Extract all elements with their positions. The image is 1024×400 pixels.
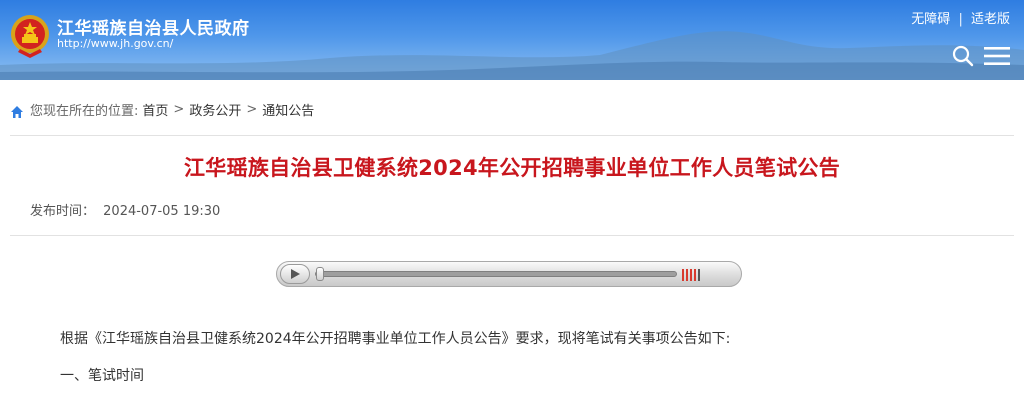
title-divider (10, 235, 1014, 236)
home-icon (11, 105, 23, 118)
play-button[interactable] (280, 264, 310, 284)
volume-bar (682, 269, 684, 281)
volume-bar (686, 269, 688, 281)
link-separator: | (958, 12, 963, 27)
article-paragraph: 一、笔试时间 (60, 368, 144, 384)
volume-bar (690, 269, 692, 281)
publish-info: 发布时间： 2024-07-05 19:30 (30, 200, 220, 219)
breadcrumb-prefix: 您现在所在的位置: (30, 104, 139, 119)
publish-time: 2024-07-05 19:30 (103, 204, 221, 219)
volume-control[interactable] (682, 269, 700, 281)
breadcrumb-arrow: > (246, 102, 258, 117)
site-name: 江华瑶族自治县人民政府 (57, 19, 250, 39)
site-header: 江华瑶族自治县人民政府 http://www.jh.gov.cn/ 无障碍 | … (0, 0, 1024, 80)
breadcrumb-gov-affairs-link[interactable]: 政务公开 (189, 100, 241, 119)
accessibility-mode-link[interactable]: 无障碍 (911, 12, 950, 27)
search-icon[interactable] (952, 45, 974, 67)
breadcrumb-arrow: > (173, 102, 185, 117)
play-icon (291, 269, 300, 279)
site-url: http://www.jh.gov.cn/ (57, 37, 174, 50)
volume-bar (698, 269, 700, 281)
audio-player (276, 261, 742, 287)
national-emblem-icon (11, 15, 49, 58)
article-paragraph: 根据《江华瑶族自治县卫健系统2024年公开招聘事业单位工作人员公告》要求，现将笔… (60, 331, 731, 347)
volume-bar (694, 269, 696, 281)
audio-progress-thumb[interactable] (316, 267, 324, 281)
elderly-mode-link[interactable]: 适老版 (971, 12, 1010, 27)
breadcrumb: 您现在所在的位置: 首页 > 政务公开 > 通知公告 (10, 100, 314, 119)
audio-progress-track[interactable] (315, 267, 677, 281)
breadcrumb-divider (10, 135, 1014, 136)
menu-icon[interactable] (984, 46, 1010, 66)
breadcrumb-home-link[interactable]: 首页 (142, 100, 168, 119)
breadcrumb-notices-link[interactable]: 通知公告 (262, 100, 314, 119)
accessibility-links: 无障碍 | 适老版 (911, 8, 1010, 27)
article-title: 江华瑶族自治县卫健系统2024年公开招聘事业单位工作人员笔试公告 (183, 156, 841, 180)
publish-label: 发布时间： (30, 204, 96, 219)
